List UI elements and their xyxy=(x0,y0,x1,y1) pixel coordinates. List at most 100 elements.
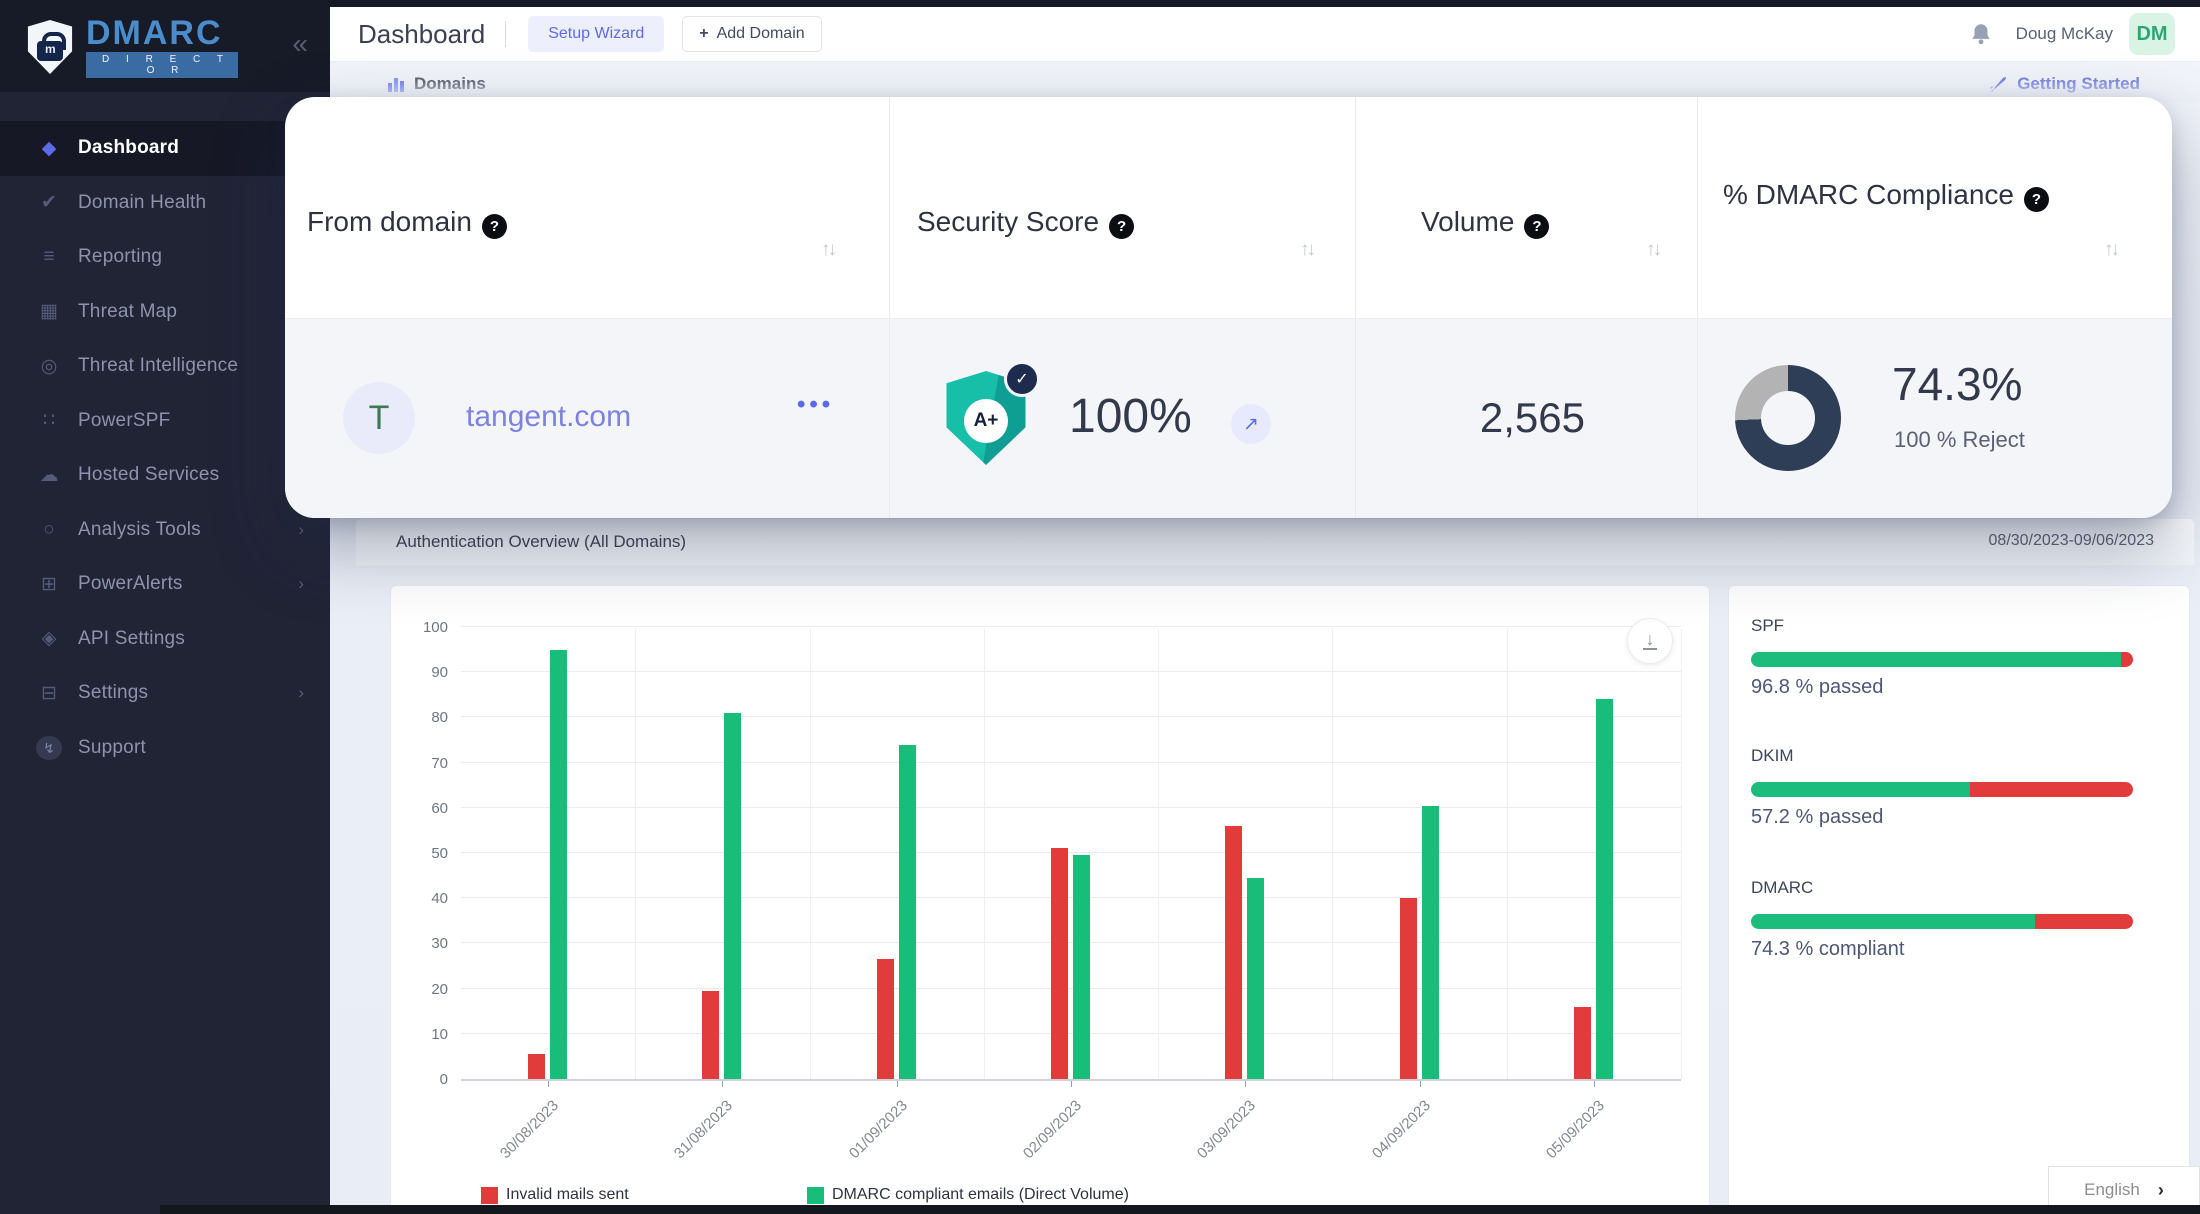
sort-icon[interactable]: ↑↓ xyxy=(2104,239,2117,261)
sidebar-item-reporting[interactable]: ≡Reporting xyxy=(0,230,330,285)
overview-title: Authentication Overview (All Domains) xyxy=(396,532,686,552)
sidebar-item-domain-health[interactable]: ✔Domain Health xyxy=(0,176,330,231)
setup-wizard-button[interactable]: Setup Wizard xyxy=(528,16,664,52)
add-domain-button[interactable]: +Add Domain xyxy=(682,16,821,52)
sidebar-item-label: Support xyxy=(78,737,146,759)
download-arrow-icon: ↓ xyxy=(1646,632,1655,646)
x-axis-tick xyxy=(1245,1081,1246,1087)
vertical-gridline xyxy=(1158,629,1159,1079)
language-label: English xyxy=(2084,1180,2140,1200)
horizontal-scrollbar[interactable] xyxy=(160,1205,2200,1214)
help-icon[interactable]: ? xyxy=(1524,214,1549,239)
y-axis-tick-label: 10 xyxy=(393,1026,448,1043)
bar-chart-plot-area: 010203040506070809010030/08/202331/08/20… xyxy=(461,629,1681,1081)
sidebar-nav: ◆Dashboard✔Domain Health≡Reporting ▦ Threa… xyxy=(0,121,330,775)
x-axis-tick xyxy=(1071,1081,1072,1087)
topbar: Dashboard Setup Wizard +Add Domain Doug … xyxy=(330,7,2200,62)
column-header-from-domain[interactable]: From domain? ↑↓ xyxy=(285,97,889,318)
y-axis-tick-label: 40 xyxy=(393,890,448,907)
dmarc-director-app: DMARC D I R E C T O R « ◆Dashboard✔Domai… xyxy=(0,0,2200,1214)
gridline xyxy=(461,626,1681,627)
threat-map-icon: ▦ xyxy=(36,300,62,323)
gridline xyxy=(461,762,1681,763)
bar-compliant-01/09/2023 xyxy=(899,745,916,1079)
auth-item-spf: SPF96.8 % passed xyxy=(1751,616,2133,699)
sidebar-item-label: PowerSPF xyxy=(78,410,170,432)
x-axis-tick-label: 01/09/2023 xyxy=(814,1097,911,1194)
bar-invalid-04/09/2023 xyxy=(1400,898,1417,1079)
auth-progress-bar xyxy=(1751,914,2133,929)
column-header-dmarc-compliance[interactable]: % DMARC Compliance? ↑↓ xyxy=(1697,97,2172,318)
sort-icon[interactable]: ↑↓ xyxy=(1646,239,1659,261)
help-icon[interactable]: ? xyxy=(482,214,507,239)
progress-fail-segment xyxy=(1970,782,2134,797)
legend-label: DMARC compliant emails (Direct Volume) xyxy=(832,1186,1129,1204)
logo-zone: DMARC D I R E C T O R « xyxy=(0,0,330,92)
user-avatar[interactable]: DM xyxy=(2129,13,2175,55)
y-axis-tick-label: 60 xyxy=(393,800,448,817)
sidebar-item-powerspf[interactable]: ∷ PowerSPF xyxy=(0,394,330,449)
column-header-volume[interactable]: Volume? ↑↓ xyxy=(1355,97,1697,318)
sidebar-item-label: PowerAlerts xyxy=(78,573,183,595)
auth-summary-panel: SPF96.8 % passedDKIM57.2 % passedDMARC74… xyxy=(1728,585,2190,1214)
chart-download-button[interactable]: ↓ xyxy=(1627,618,1673,664)
sidebar-collapse-icon[interactable]: « xyxy=(292,30,308,58)
overview-title-row: Authentication Overview (All Domains) 08… xyxy=(355,518,2195,566)
sidebar-item-settings[interactable]: ⊟Settings› xyxy=(0,666,330,721)
security-score-value: 100% xyxy=(1069,389,1192,444)
window-top-strip xyxy=(0,0,2200,7)
sidebar-item-support[interactable]: ↯Support xyxy=(0,721,330,776)
logo-title: DMARC xyxy=(86,16,238,50)
auth-item-dkim: DKIM57.2 % passed xyxy=(1751,746,2133,829)
user-name[interactable]: Doug McKay xyxy=(2016,24,2113,44)
x-axis-tick-label: 05/09/2023 xyxy=(1511,1097,1608,1194)
y-axis-tick-label: 100 xyxy=(393,619,448,636)
row-actions-menu-icon[interactable]: ••• xyxy=(797,391,834,419)
column-header-security-score[interactable]: Security Score? ↑↓ xyxy=(889,97,1355,318)
progress-fail-segment xyxy=(2035,914,2133,929)
sidebar-item-poweralerts[interactable]: ⊞PowerAlerts› xyxy=(0,557,330,612)
sort-icon[interactable]: ↑↓ xyxy=(1300,239,1313,261)
sidebar-item-threat-map[interactable]: ▦ Threat Map xyxy=(0,285,330,340)
bar-compliant-03/09/2023 xyxy=(1247,878,1264,1079)
sidebar-item-hosted-services[interactable]: ☁Hosted Services xyxy=(0,448,330,503)
sidebar-item-label: Threat Map xyxy=(78,301,177,323)
powerspf-nodes-icon: ∷ xyxy=(36,409,62,432)
auth-item-result-text: 57.2 % passed xyxy=(1751,806,2133,829)
sidebar-item-threat-intelligence[interactable]: ◎Threat Intelligence xyxy=(0,339,330,394)
bar-invalid-03/09/2023 xyxy=(1225,826,1242,1079)
y-axis-tick-label: 0 xyxy=(393,1071,448,1088)
progress-pass-segment xyxy=(1751,782,1970,797)
sidebar-item-dashboard[interactable]: ◆Dashboard xyxy=(0,121,330,176)
gridline xyxy=(461,807,1681,808)
y-axis-tick-label: 80 xyxy=(393,709,448,726)
domain-link[interactable]: tangent.com xyxy=(466,400,631,434)
gridline xyxy=(461,897,1681,898)
sort-icon[interactable]: ↑↓ xyxy=(821,239,834,261)
y-axis-tick-label: 20 xyxy=(393,981,448,998)
compliance-donut-chart xyxy=(1735,365,1841,471)
y-axis-tick-label: 30 xyxy=(393,935,448,952)
auth-item-result-text: 74.3 % compliant xyxy=(1751,938,2133,961)
help-icon[interactable]: ? xyxy=(1109,214,1134,239)
dashboard-layers-icon: ◆ xyxy=(36,137,62,160)
table-row-score-cell: A+ ✓ 100% ↗ xyxy=(889,319,1355,517)
notifications-bell-icon[interactable] xyxy=(1968,21,1994,47)
topbar-divider xyxy=(505,21,506,47)
auth-progress-bar xyxy=(1751,652,2133,667)
auth-progress-bar xyxy=(1751,782,2133,797)
sidebar-item-label: Reporting xyxy=(78,246,162,268)
chevron-right-icon: › xyxy=(298,520,304,540)
sidebar-item-analysis-tools[interactable]: ○Analysis Tools› xyxy=(0,503,330,558)
bar-compliant-30/08/2023 xyxy=(550,650,567,1079)
y-axis-tick-label: 90 xyxy=(393,664,448,681)
analysis-tools-search-icon: ○ xyxy=(36,519,62,541)
check-badge-icon: ✓ xyxy=(1004,361,1040,397)
bar-invalid-31/08/2023 xyxy=(702,991,719,1079)
legend-item: Invalid mails sent xyxy=(481,1186,629,1204)
score-external-link-icon[interactable]: ↗ xyxy=(1231,404,1271,444)
sidebar-item-api-settings[interactable]: ◈API Settings xyxy=(0,612,330,667)
domains-table-card: From domain? ↑↓ Security Score? ↑↓ Volum… xyxy=(285,97,2172,518)
chevron-right-icon: › xyxy=(2158,1180,2164,1201)
help-icon[interactable]: ? xyxy=(2024,187,2049,212)
